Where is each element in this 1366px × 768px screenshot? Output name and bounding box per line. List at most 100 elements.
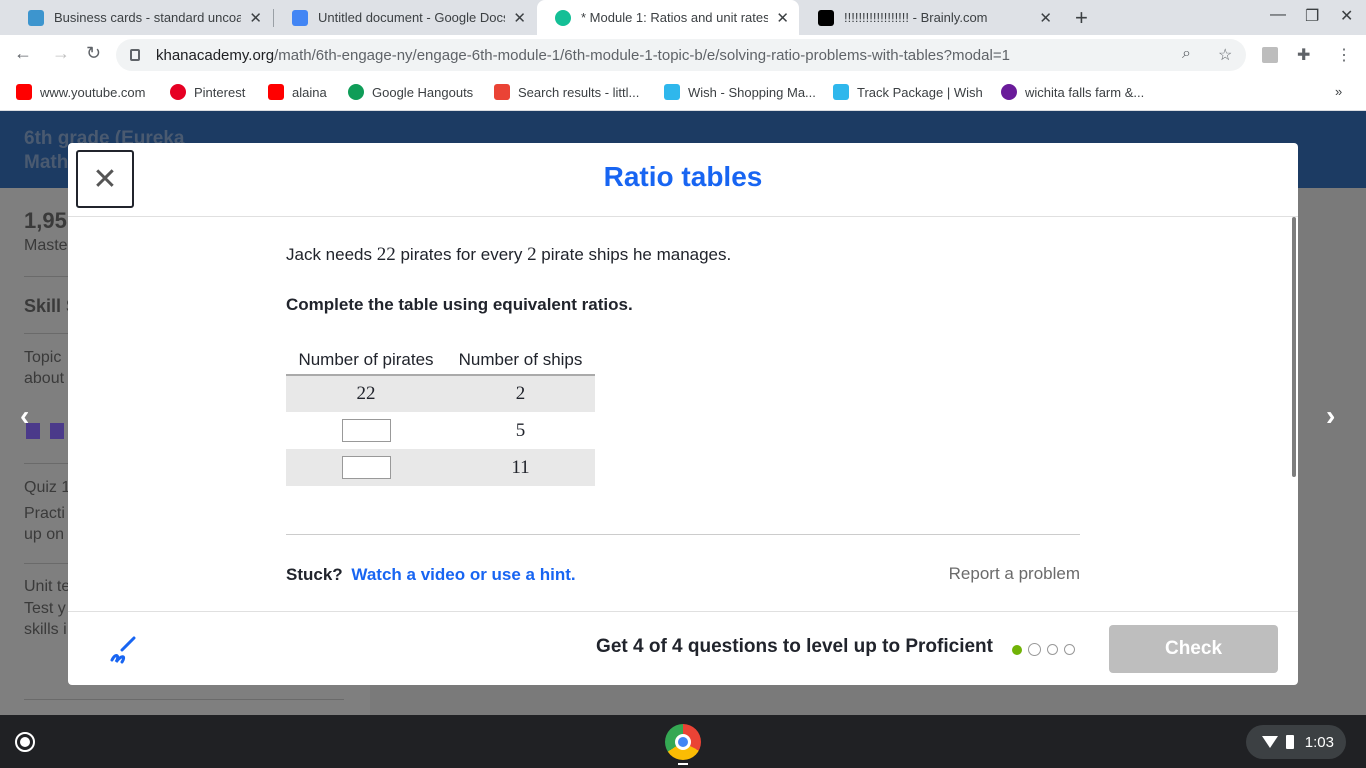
tab-title: Untitled document - Google Docs [318,10,506,25]
bookmark-wish-shopping[interactable]: Wish - Shopping Ma... [664,84,816,100]
scratchpad-pencil-icon[interactable] [106,634,138,666]
peace-icon [1001,84,1017,100]
youtube-icon [16,84,32,100]
khan-academy-icon [555,9,571,26]
tab-khan-academy[interactable]: * Module 1: Ratios and unit rates ✕ [537,0,799,35]
tab-business-cards[interactable]: Business cards - standard uncoa ✕ [10,0,272,35]
tab-title: * Module 1: Ratios and unit rates [581,10,769,25]
scrollbar[interactable] [1292,217,1296,477]
zoom-icon[interactable]: ⌕ [1182,45,1191,63]
address-bar[interactable]: khanacademy.org/math/6th-engage-ny/engag… [116,39,1246,71]
tab-title: Business cards - standard uncoa [54,10,242,25]
wish-icon [664,84,680,100]
column-header-pirates: Number of pirates [286,345,446,376]
next-arrow-icon[interactable]: › [1326,400,1335,432]
hint-link[interactable]: Watch a video or use a hint. [351,565,575,584]
chrome-icon[interactable] [665,724,701,760]
tab-title: !!!!!!!!!!!!!!!!!! - Brainly.com [844,10,988,25]
modal-footer: Get 4 of 4 questions to level up to Prof… [68,611,1298,685]
divider [24,699,344,700]
bookmark-search-results[interactable]: Search results - littl... [494,84,639,100]
close-tab-icon[interactable]: ✕ [513,9,526,27]
tab-google-docs[interactable]: Untitled document - Google Docs ✕ [274,0,536,35]
unit-test-desc: Test y [24,600,66,617]
column-header-ships: Number of ships [446,345,595,376]
launcher-icon[interactable] [15,732,35,752]
question-instruction: Complete the table using equivalent rati… [286,295,633,314]
bookmark-track-package[interactable]: Track Package | Wish [833,84,983,100]
back-icon[interactable]: ← [14,43,32,64]
progress-dot-pending [1028,643,1041,656]
quiz-label: Quiz 1 [24,479,71,496]
progress-dots [1012,643,1075,656]
forward-icon[interactable]: → [52,43,70,64]
bookmark-star-icon[interactable]: ☆ [1218,45,1232,65]
unit-test-label: Unit te [24,578,71,595]
battery-icon [1286,735,1294,749]
bookmark-google-hangouts[interactable]: Google Hangouts [348,84,473,100]
previous-arrow-icon[interactable]: ‹ [20,400,29,432]
bookmark-wichita-falls[interactable]: wichita falls farm &... [1001,84,1144,100]
extension-icon[interactable] [1262,47,1278,63]
wifi-icon [1262,736,1278,748]
quiz-desc: Practi [24,505,65,522]
tab-brainly[interactable]: !!!!!!!!!!!!!!!!!! - Brainly.com ✕ [800,0,1062,35]
stuck-prompt: Stuck? Watch a video or use a hint. [286,565,576,585]
restore-icon[interactable]: ❐ [1305,6,1319,26]
divider [286,534,1080,535]
close-tab-icon[interactable]: ✕ [249,9,262,27]
quiz-desc: up on [24,526,65,543]
gmail-icon [494,84,510,100]
clock: 1:03 [1304,733,1334,751]
progress-dot-pending [1047,644,1058,655]
status-tray[interactable]: 1:03 [1246,725,1346,759]
bookmark-label: wichita falls farm &... [1025,84,1145,100]
bookmark-alaina[interactable]: alaina [268,84,327,100]
close-window-icon[interactable]: ✕ [1340,6,1353,26]
reload-icon[interactable]: ↻ [86,43,101,64]
topic-desc: about [24,370,65,387]
youtube-icon [268,84,284,100]
bookmarks-bar: www.youtube.com Pinterest alaina Google … [0,75,1366,111]
bookmark-label: Wish - Shopping Ma... [688,84,816,100]
ships-cell: 5 [515,419,526,441]
question-part: Jack needs [286,245,377,264]
unit-test-desc: skills i [24,621,67,638]
modal-title: Ratio tables [603,161,763,192]
bookmarks-overflow-icon[interactable]: » [1335,84,1342,99]
progress-square [50,423,64,439]
google-docs-icon [292,9,308,26]
pirates-cell: 22 [286,375,446,412]
progress-dot-pending [1064,644,1075,655]
level-up-text: Get 4 of 4 questions to level up to Prof… [596,636,993,657]
modal-header: ✕ Ratio tables [68,143,1298,217]
puzzle-icon[interactable]: ✚ [1297,45,1310,65]
os-shelf: 1:03 [0,715,1366,768]
bookmark-pinterest[interactable]: Pinterest [170,84,245,100]
pirates-cell [286,412,446,449]
ratio-table: Number of pirates Number of ships 22 2 5… [286,345,595,486]
minimize-icon[interactable]: — [1270,6,1286,24]
topic-label: Topic [24,349,62,366]
question-part: pirates for every [395,245,528,264]
ships-cell: 2 [446,375,595,412]
menu-kebab-icon[interactable]: ⋮ [1336,45,1352,65]
url-path: /math/6th-engage-ny/engage-6th-module-1/… [274,46,1010,64]
close-tab-icon[interactable]: ✕ [1039,9,1052,27]
question-number: 2 [527,244,537,265]
pirates-answer-input[interactable] [341,419,391,443]
modal-body: Jack needs 22 pirates for every 2 pirate… [68,217,1298,611]
bookmark-label: Pinterest [194,84,246,100]
report-problem-link[interactable]: Report a problem [949,564,1080,584]
exercise-modal: ✕ Ratio tables Jack needs 22 pirates for… [68,143,1298,685]
pirates-answer-input[interactable] [341,456,391,480]
new-tab-icon[interactable]: + [1075,5,1088,31]
question-number: 22 [376,244,396,265]
mastery-points: 1,95 [24,208,67,233]
bookmark-youtube[interactable]: www.youtube.com [16,84,146,100]
url-host: khanacademy.org [156,46,275,64]
wish-icon [833,84,849,100]
close-tab-icon[interactable]: ✕ [776,9,789,27]
question-part: pirate ships he manages. [536,245,732,264]
check-button[interactable]: Check [1109,625,1278,673]
